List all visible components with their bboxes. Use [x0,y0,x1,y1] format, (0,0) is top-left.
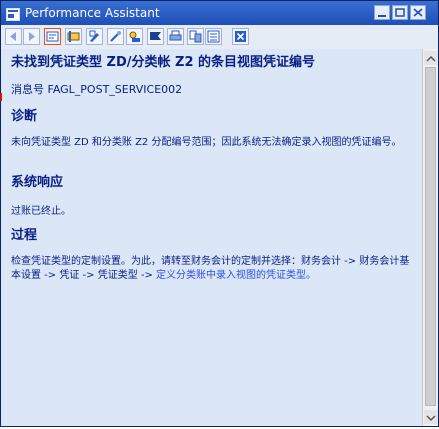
bookmark-icon [129,31,140,42]
back-button[interactable] [5,28,22,45]
edit-icon [89,30,99,42]
window-title: Performance Assistant [25,6,160,20]
arrow-down-icon [426,415,436,422]
transfer-button[interactable] [187,28,204,45]
arrow-up-icon [426,55,436,62]
performance-assistant-window: Performance Assistant 未找到凭证类型 ZD/分类帐 Z2 … [0,0,439,427]
tools-icon [110,31,121,42]
flag-button[interactable] [147,28,164,45]
message-title: 未找到凭证类型 ZD/分类帐 Z2 的条目视图凭证编号 [11,55,316,70]
procedure-paragraph: 检查凭证类型的定制设置。为此，请转至财务会计的定制并选择：财务会计 -> 财务会… [11,255,413,283]
print-button[interactable] [167,28,184,45]
technical-info-icon [46,31,59,42]
settings-icon [207,30,220,43]
close-icon [413,8,423,17]
document-content: 未找到凭证类型 ZD/分类帐 Z2 的条目视图凭证编号 消息号 FAGL_POS… [1,49,422,426]
scroll-down-button[interactable] [424,410,438,424]
transfer-icon [189,30,202,43]
define-document-type-link[interactable]: 定义分类账中录入视图的凭证类型。 [156,270,316,281]
technical-info-button[interactable] [44,28,61,45]
edge-marker [0,93,2,101]
vertical-scrollbar[interactable] [422,49,438,426]
back-icon [10,32,16,41]
system-response-text: 过账已终止。 [11,206,71,217]
flag-icon [150,32,161,40]
title-bar[interactable]: Performance Assistant [1,1,438,25]
forward-icon [29,32,35,41]
bookmark-button[interactable] [126,28,143,45]
maximize-button[interactable] [392,5,408,20]
edit-button[interactable] [86,28,103,45]
display-icon [67,31,80,42]
procedure-heading: 过程 [11,228,38,243]
toolbar [1,25,438,50]
settings-button[interactable] [205,28,222,45]
forward-button[interactable] [23,28,40,45]
system-response-heading: 系统响应 [11,175,64,190]
window-icon [6,6,20,21]
close-button[interactable] [410,5,426,20]
close-doc-icon [235,31,246,42]
message-number: 消息号 FAGL_POST_SERVICE002 [11,83,183,96]
tools-button[interactable] [107,28,124,45]
scroll-thumb[interactable] [425,67,436,406]
minimize-icon [378,15,386,17]
close-doc-button[interactable] [232,28,249,45]
diagnosis-text: 未向凭证类型 ZD 和分类账 Z2 分配编号范围；因此系统无法确定录入视图的凭证… [11,137,402,148]
diagnosis-heading: 诊断 [11,109,38,124]
scroll-up-button[interactable] [424,51,438,65]
display-button[interactable] [65,28,82,45]
minimize-button[interactable] [374,5,390,20]
print-icon [169,30,182,41]
maximize-icon [395,8,405,17]
